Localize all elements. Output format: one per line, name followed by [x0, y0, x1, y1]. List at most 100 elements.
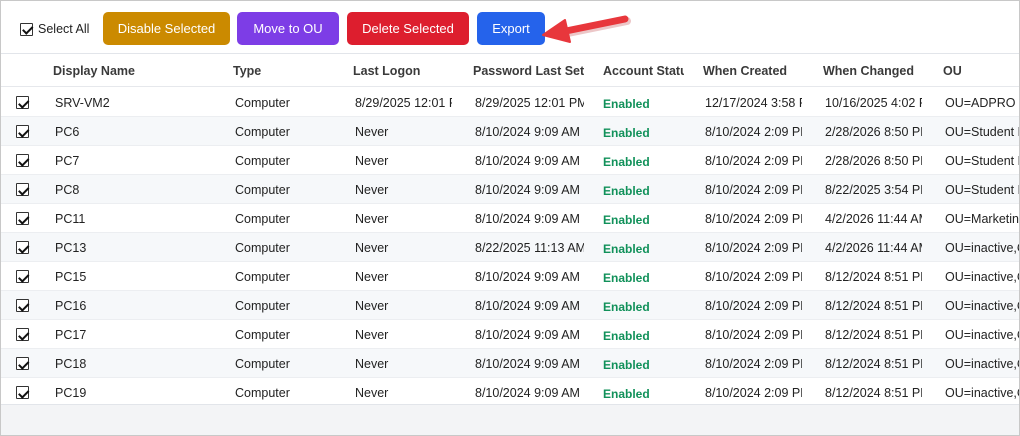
cell-when-created: 8/10/2024 2:09 PM [705, 299, 802, 313]
column-header-type[interactable]: Type [233, 64, 261, 78]
cell-password-last-set: 8/10/2024 9:09 AM [475, 328, 580, 342]
table-row[interactable]: PC6 Computer Never 8/10/2024 9:09 AM Enabled… [1, 117, 1019, 146]
cell-last-logon: Never [355, 299, 389, 313]
row-checkbox[interactable] [16, 154, 29, 167]
column-header-ou[interactable]: OU [943, 64, 962, 78]
cell-last-logon: Never [355, 386, 389, 400]
row-checkbox[interactable] [16, 241, 29, 254]
cell-when-changed: 2/28/2026 8:50 PM [825, 154, 922, 168]
column-header-when-created[interactable]: When Created [703, 64, 787, 78]
cell-display-name: PC16 [55, 299, 87, 313]
cell-type: Computer [235, 386, 290, 400]
cell-ou: OU=inactive,C [945, 270, 1019, 284]
cell-password-last-set: 8/10/2024 9:09 AM [475, 183, 580, 197]
table-header: Display Name Type Last Logon Password La… [1, 55, 1019, 87]
select-all[interactable]: Select All [20, 21, 89, 37]
export-button[interactable]: Export [477, 12, 545, 45]
cell-when-created: 8/10/2024 2:09 PM [705, 212, 802, 226]
cell-type: Computer [235, 270, 290, 284]
cell-when-created: 8/10/2024 2:09 PM [705, 270, 802, 284]
cell-display-name: PC18 [55, 357, 87, 371]
cell-password-last-set: 8/29/2025 12:01 PM [475, 96, 584, 110]
cell-last-logon: Never [355, 212, 389, 226]
cell-ou: OU=Marketing [945, 212, 1019, 226]
disable-selected-button[interactable]: Disable Selected [103, 12, 230, 45]
cell-ou: OU=inactive,C [945, 328, 1019, 342]
cell-password-last-set: 8/10/2024 9:09 AM [475, 125, 580, 139]
cell-when-changed: 4/2/2026 11:44 AM [825, 212, 922, 226]
table-row[interactable]: PC8 Computer Never 8/10/2024 9:09 AM Enabled… [1, 175, 1019, 204]
cell-when-changed: 8/12/2024 8:51 PM [825, 299, 922, 313]
select-all-label: Select All [38, 22, 90, 36]
cell-when-changed: 4/2/2026 11:44 AM [825, 241, 922, 255]
row-checkbox[interactable] [16, 212, 29, 225]
cell-last-logon: Never [355, 328, 389, 342]
cell-last-logon: Never [355, 270, 389, 284]
cell-display-name: SRV-VM2 [55, 96, 110, 110]
column-header-password-last-set[interactable]: Password Last Set [473, 64, 584, 78]
cell-ou: OU=Student L [945, 183, 1019, 197]
cell-ou: OU=Student L [945, 125, 1019, 139]
cell-ou: OU=inactive,C [945, 386, 1019, 400]
column-header-when-changed[interactable]: When Changed [823, 64, 914, 78]
row-checkbox[interactable] [16, 357, 29, 370]
table-row[interactable]: PC16 Computer Never 8/10/2024 9:09 AM Enable… [1, 291, 1019, 320]
cell-last-logon: Never [355, 183, 389, 197]
cell-type: Computer [235, 299, 290, 313]
footer-bar [1, 404, 1019, 435]
table-row[interactable]: PC7 Computer Never 8/10/2024 9:09 AM Enabled… [1, 146, 1019, 175]
cell-when-created: 8/10/2024 2:09 PM [705, 183, 802, 197]
cell-display-name: PC7 [55, 154, 80, 168]
row-checkbox[interactable] [16, 183, 29, 196]
cell-password-last-set: 8/10/2024 9:09 AM [475, 386, 580, 400]
table-row[interactable]: PC11 Computer Never 8/10/2024 9:09 AM Enable… [1, 204, 1019, 233]
cell-ou: OU=ADPRO C [945, 96, 1019, 110]
cell-last-logon: Never [355, 241, 389, 255]
cell-ou: OU=inactive,C [945, 357, 1019, 371]
cell-display-name: PC19 [55, 386, 87, 400]
table-row[interactable]: SRV-VM2 Computer 8/29/2025 12:01 P 8/29/202… [1, 88, 1019, 117]
row-checkbox[interactable] [16, 125, 29, 138]
cell-type: Computer [235, 183, 290, 197]
red-arrow-icon [542, 15, 631, 43]
cell-type: Computer [235, 154, 290, 168]
cell-last-logon: Never [355, 357, 389, 371]
cell-password-last-set: 8/10/2024 9:09 AM [475, 212, 580, 226]
column-header-last-logon[interactable]: Last Logon [353, 64, 420, 78]
row-checkbox[interactable] [16, 96, 29, 109]
cell-display-name: PC11 [55, 212, 86, 226]
row-checkbox[interactable] [16, 386, 29, 399]
move-to-ou-button[interactable]: Move to OU [237, 12, 339, 45]
cell-ou: OU=Student L [945, 154, 1019, 168]
cell-password-last-set: 8/10/2024 9:09 AM [475, 270, 580, 284]
cell-when-changed: 8/12/2024 8:51 PM [825, 328, 922, 342]
cell-when-changed: 8/22/2025 3:54 PM [825, 183, 922, 197]
cell-when-changed: 8/12/2024 8:51 PM [825, 270, 922, 284]
delete-selected-button[interactable]: Delete Selected [347, 12, 469, 45]
cell-when-created: 8/10/2024 2:09 PM [705, 154, 802, 168]
toolbar: Select All Disable Selected Move to OU D… [1, 1, 1019, 54]
cell-account-status: Enabled [603, 329, 650, 343]
table-row[interactable]: PC13 Computer Never 8/22/2025 11:13 AM Enabl… [1, 233, 1019, 262]
select-all-checkbox[interactable] [20, 22, 33, 36]
row-checkbox[interactable] [16, 299, 29, 312]
table-row[interactable]: PC18 Computer Never 8/10/2024 9:09 AM Enable… [1, 349, 1019, 378]
table-row[interactable]: PC19 Computer Never 8/10/2024 9:09 AM Enable… [1, 378, 1019, 407]
cell-display-name: PC15 [55, 270, 87, 284]
cell-account-status: Enabled [603, 97, 650, 111]
cell-when-created: 8/10/2024 2:09 PM [705, 357, 802, 371]
cell-account-status: Enabled [603, 242, 650, 256]
row-checkbox[interactable] [16, 328, 29, 341]
cell-display-name: PC6 [55, 125, 80, 139]
cell-last-logon: Never [355, 154, 389, 168]
column-header-account-status[interactable]: Account Status [603, 64, 684, 78]
row-checkbox[interactable] [16, 270, 29, 283]
table-row[interactable]: PC15 Computer Never 8/10/2024 9:09 AM Enable… [1, 262, 1019, 291]
cell-when-created: 8/10/2024 2:09 PM [705, 241, 802, 255]
cell-type: Computer [235, 328, 290, 342]
table-row[interactable]: PC17 Computer Never 8/10/2024 9:09 AM Enable… [1, 320, 1019, 349]
column-header-display-name[interactable]: Display Name [53, 64, 135, 78]
cell-when-created: 12/17/2024 3:58 P [705, 96, 802, 110]
cell-password-last-set: 8/22/2025 11:13 AM [475, 241, 584, 255]
cell-type: Computer [235, 212, 290, 226]
